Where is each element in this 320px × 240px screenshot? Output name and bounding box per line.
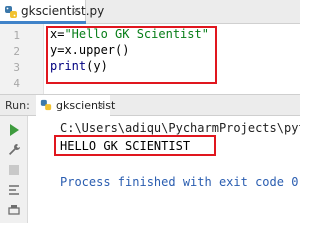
run-tool-strip — [0, 116, 28, 223]
run-toolbar: Run: gkscientist × — [0, 94, 300, 116]
line-number-gutter: 1 2 3 4 — [0, 24, 44, 94]
console-output[interactable]: C:\Users\adiqu\PycharmProjects\pyth HELL… — [28, 116, 300, 223]
editor-tab-bar: gkscientist.py × — [0, 0, 300, 24]
output-highlight-box — [54, 135, 216, 156]
code-highlight-box — [46, 26, 217, 84]
run-icon[interactable] — [6, 122, 22, 138]
line-number: 2 — [13, 45, 20, 58]
run-label: Run: — [5, 99, 30, 112]
python-file-icon — [40, 99, 52, 111]
line-number: 3 — [13, 61, 20, 74]
console-exit-message: Process finished with exit code 0 — [60, 175, 299, 189]
line-number: 1 — [13, 29, 20, 42]
tab-gkscientist[interactable]: gkscientist.py × — [0, 0, 104, 24]
line-number: 4 — [13, 77, 20, 90]
wrench-icon[interactable] — [6, 142, 22, 158]
run-config-name: gkscientist — [56, 99, 116, 112]
run-tab-close-icon[interactable]: × — [96, 99, 105, 112]
scroll-icon[interactable] — [6, 182, 22, 198]
tab-title: gkscientist.py — [21, 4, 105, 18]
stop-icon[interactable] — [6, 162, 22, 178]
print-icon[interactable] — [6, 202, 22, 218]
console-command-path: C:\Users\adiqu\PycharmProjects\pyth — [60, 121, 300, 135]
python-file-icon — [5, 6, 17, 18]
tab-close-icon[interactable]: × — [72, 4, 81, 17]
